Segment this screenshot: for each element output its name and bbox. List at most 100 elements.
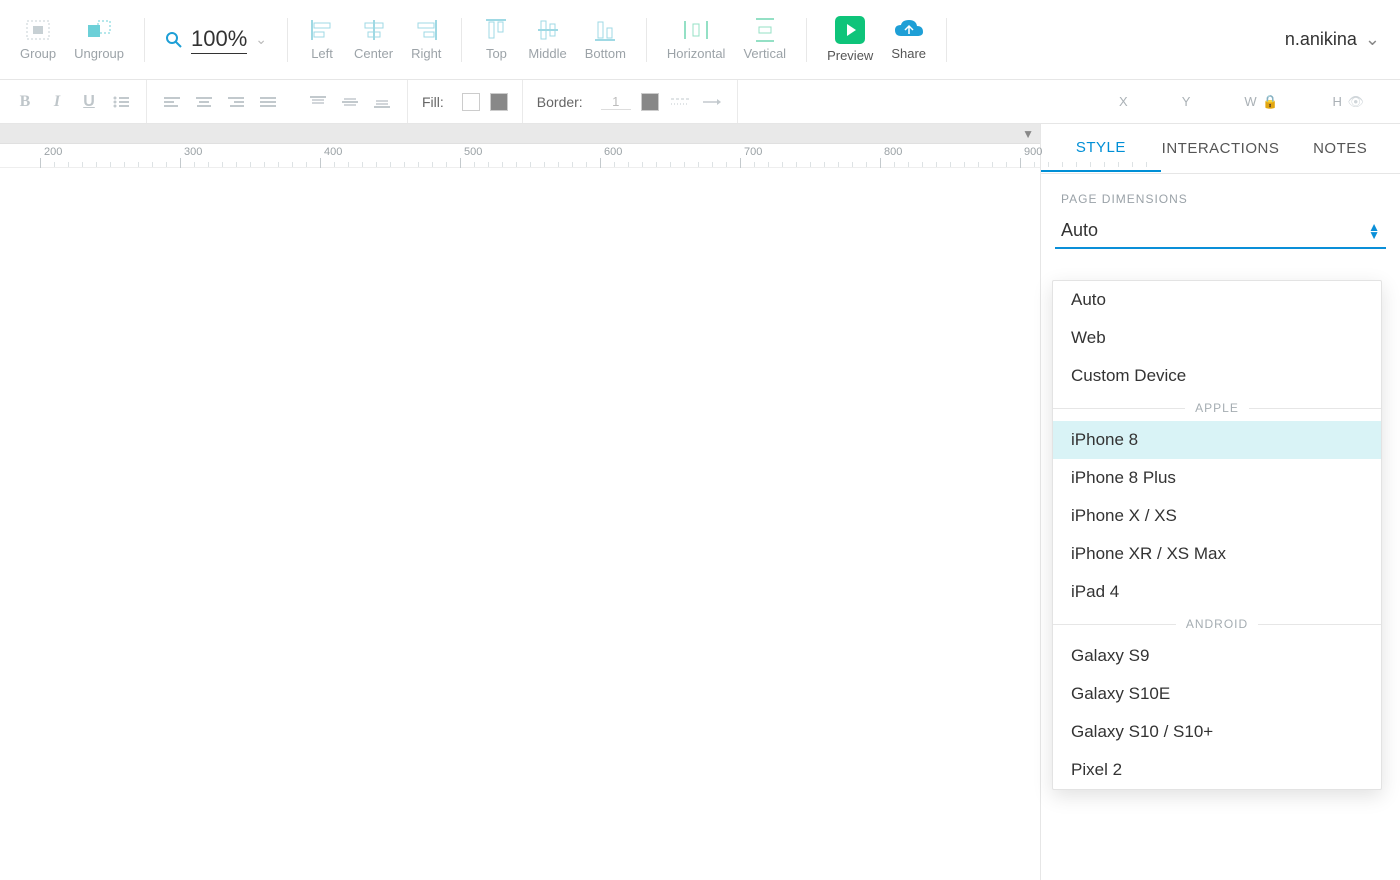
align-center-button[interactable]: Center: [354, 18, 393, 61]
eye-icon[interactable]: 👁: [1347, 94, 1364, 109]
align-bottom-icon: [591, 18, 619, 42]
page-dimensions-dropdown[interactable]: AutoWebCustom DeviceAPPLEiPhone 8iPhone …: [1052, 280, 1382, 790]
distribute-horizontal-icon: [682, 18, 710, 42]
align-right-label: Right: [411, 46, 441, 61]
coord-y: Y: [1182, 94, 1191, 109]
vertical-align-middle-button[interactable]: [339, 92, 361, 112]
dropdown-item[interactable]: iPhone X / XS: [1053, 497, 1381, 535]
border-label: Border:: [537, 94, 583, 110]
dropdown-item[interactable]: Pixel 2: [1053, 751, 1381, 789]
page-dimensions-value: Auto: [1061, 220, 1098, 241]
text-align-justify-button[interactable]: [257, 92, 279, 112]
distribute-vertical-button[interactable]: Vertical: [743, 18, 786, 61]
fill-color-none[interactable]: [462, 93, 480, 111]
bold-button[interactable]: B: [14, 92, 36, 112]
share-label: Share: [891, 46, 926, 61]
separator: [946, 18, 947, 62]
format-toolbar: B I U Fill: Border: X Y W 🔒 H 👁: [0, 80, 1400, 124]
dropdown-item[interactable]: iPhone 8: [1053, 421, 1381, 459]
separator: [287, 18, 288, 62]
align-top-label: Top: [486, 46, 507, 61]
page-dimensions-label: PAGE DIMENSIONS: [1041, 174, 1400, 216]
cloud-icon: [893, 18, 925, 42]
zoom-control[interactable]: 100% ⌄: [165, 26, 267, 54]
distribute-horizontal-button[interactable]: Horizontal: [667, 18, 726, 61]
tab-notes[interactable]: NOTES: [1280, 126, 1400, 171]
bullet-list-button[interactable]: [110, 92, 132, 112]
panel-tabs: STYLE INTERACTIONS NOTES: [1041, 124, 1400, 174]
tab-style[interactable]: STYLE: [1041, 125, 1161, 172]
align-top-button[interactable]: Top: [482, 18, 510, 61]
align-left-icon: [308, 18, 336, 42]
border-arrow-button[interactable]: [701, 92, 723, 112]
user-menu[interactable]: n.anikina ⌄: [1285, 29, 1380, 50]
dropdown-item[interactable]: iPhone 8 Plus: [1053, 459, 1381, 497]
text-align-center-button[interactable]: [193, 92, 215, 112]
chevron-down-icon: ⌄: [255, 31, 267, 48]
preview-button[interactable]: Preview: [827, 16, 873, 63]
align-right-icon: [412, 18, 440, 42]
separator: [646, 18, 647, 62]
align-top-icon: [482, 18, 510, 42]
distribute-vertical-label: Vertical: [743, 46, 786, 61]
ungroup-label: Ungroup: [74, 46, 124, 61]
chevron-down-icon[interactable]: ▼: [1022, 127, 1034, 141]
fill-label: Fill:: [422, 94, 444, 110]
zoom-value: 100%: [191, 26, 247, 54]
ungroup-icon: [85, 18, 113, 42]
dropdown-item[interactable]: Galaxy S10E: [1053, 675, 1381, 713]
align-bottom-button[interactable]: Bottom: [585, 18, 626, 61]
group-label: Group: [20, 46, 56, 61]
align-center-icon: [360, 18, 388, 42]
dropdown-group-header: APPLE: [1053, 395, 1381, 421]
distribute-horizontal-label: Horizontal: [667, 46, 726, 61]
distribute-vertical-icon: [751, 18, 779, 42]
user-name: n.anikina: [1285, 29, 1357, 50]
dropdown-item[interactable]: iPhone XR / XS Max: [1053, 535, 1381, 573]
spinner-icon: ▲▼: [1368, 223, 1380, 239]
dropdown-item[interactable]: Web: [1053, 319, 1381, 357]
canvas[interactable]: ▼ 200300400500600700800900: [0, 124, 1040, 880]
vertical-align-top-button[interactable]: [307, 92, 329, 112]
separator: [461, 18, 462, 62]
align-bottom-label: Bottom: [585, 46, 626, 61]
tab-interactions[interactable]: INTERACTIONS: [1161, 126, 1281, 171]
separator: [806, 18, 807, 62]
vertical-align-bottom-button[interactable]: [371, 92, 393, 112]
dropdown-item[interactable]: Galaxy S9: [1053, 637, 1381, 675]
dropdown-item[interactable]: iPad 4: [1053, 573, 1381, 611]
underline-button[interactable]: U: [78, 92, 100, 112]
fill-color-swatch[interactable]: [490, 93, 508, 111]
separator: [144, 18, 145, 62]
align-left-button[interactable]: Left: [308, 18, 336, 61]
lock-icon[interactable]: 🔒: [1262, 94, 1278, 109]
page-dimensions-select[interactable]: Auto ▲▼: [1055, 216, 1386, 249]
group-button[interactable]: Group: [20, 18, 56, 61]
align-middle-label: Middle: [528, 46, 566, 61]
dropdown-group-header: ANDROID: [1053, 611, 1381, 637]
border-width-input[interactable]: [601, 94, 631, 110]
group-icon: [24, 18, 52, 42]
dropdown-item[interactable]: Custom Device: [1053, 357, 1381, 395]
align-middle-button[interactable]: Middle: [528, 18, 566, 61]
text-align-right-button[interactable]: [225, 92, 247, 112]
align-right-button[interactable]: Right: [411, 18, 441, 61]
preview-label: Preview: [827, 48, 873, 63]
italic-button[interactable]: I: [46, 92, 68, 112]
text-align-left-button[interactable]: [161, 92, 183, 112]
align-middle-icon: [534, 18, 562, 42]
play-icon: [835, 16, 865, 44]
coord-x: X: [1119, 94, 1128, 109]
align-left-label: Left: [311, 46, 333, 61]
coord-h: H 👁: [1332, 94, 1364, 110]
dropdown-item[interactable]: Galaxy S10 / S10+: [1053, 713, 1381, 751]
dropdown-item[interactable]: Auto: [1053, 281, 1381, 319]
ungroup-button[interactable]: Ungroup: [74, 18, 124, 61]
share-button[interactable]: Share: [891, 18, 926, 61]
main-toolbar: Group Ungroup 100% ⌄ Left Center Right: [0, 0, 1400, 80]
align-center-label: Center: [354, 46, 393, 61]
border-style-button[interactable]: [669, 92, 691, 112]
chevron-down-icon: ⌄: [1365, 29, 1380, 50]
border-color-swatch[interactable]: [641, 93, 659, 111]
coord-w: W 🔒: [1244, 94, 1278, 110]
